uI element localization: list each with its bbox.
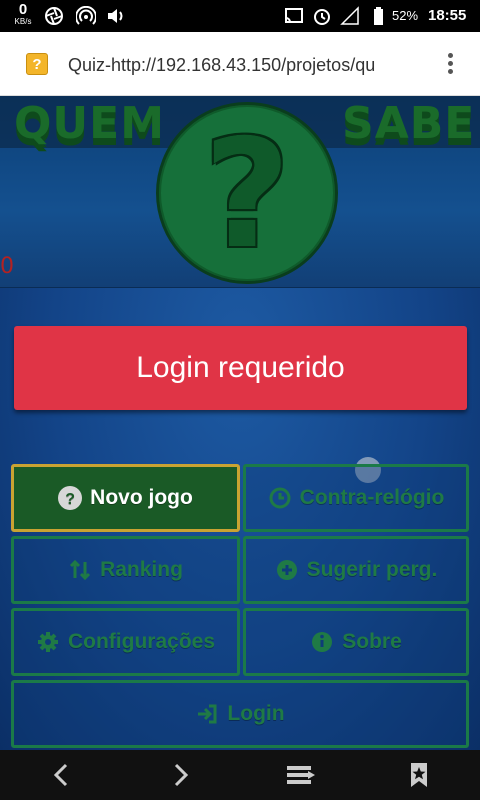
tabs-icon[interactable] <box>286 762 316 788</box>
score-counter: 0 <box>0 254 14 279</box>
network-speed-value: 0 <box>18 1 28 18</box>
logo-banner: QUEM SABE ? 0 <box>0 96 480 288</box>
logo-word-right: SABE <box>342 98 476 149</box>
site-favicon: ? <box>26 53 48 75</box>
signal-icon <box>340 6 359 25</box>
browser-bottom-nav <box>0 750 480 800</box>
info-icon <box>312 632 333 652</box>
ranking-button[interactable]: Ranking <box>11 536 240 604</box>
new-game-label: Novo jogo <box>90 486 193 509</box>
sort-arrows-icon <box>70 559 91 581</box>
ranking-label: Ranking <box>100 558 183 581</box>
about-label: Sobre <box>342 630 402 653</box>
network-speed: 0 KB/s <box>10 2 36 26</box>
browser-toolbar: ? Quiz-http://192.168.43.150/projetos/qu <box>0 32 480 96</box>
status-bar: 0 KB/s 52% 18:55 <box>0 0 480 32</box>
cast-icon <box>285 8 303 23</box>
about-button[interactable]: Sobre <box>243 608 469 676</box>
overflow-menu-icon[interactable] <box>440 50 460 78</box>
gear-icon <box>37 632 58 652</box>
hotspot-icon <box>76 6 96 25</box>
logo-word-left: QUEM <box>14 98 165 149</box>
login-label: Login <box>227 702 285 725</box>
clock-icon <box>269 487 291 509</box>
alarm-icon <box>314 9 330 25</box>
forward-icon[interactable] <box>166 762 196 788</box>
login-required-button[interactable]: Login requerido <box>14 326 467 410</box>
settings-button[interactable]: Configurações <box>11 608 240 676</box>
help-circle-icon: ? <box>58 486 83 510</box>
volume-icon <box>108 9 123 23</box>
sign-in-icon <box>198 704 217 724</box>
login-button[interactable]: Login <box>11 680 469 748</box>
plus-circle-icon <box>276 560 297 580</box>
question-mark-icon: ? <box>203 108 291 282</box>
time-trial-button[interactable]: Contra-relógio <box>243 464 469 532</box>
url-field[interactable]: Quiz-http://192.168.43.150/projetos/qu <box>68 53 408 77</box>
clock: 18:55 <box>428 7 467 24</box>
question-logo: ? <box>156 102 338 284</box>
back-icon[interactable] <box>46 762 76 788</box>
bookmark-star-icon[interactable] <box>404 762 434 788</box>
suggest-question-button[interactable]: Sugerir perg. <box>243 536 469 604</box>
settings-label: Configurações <box>67 630 216 653</box>
time-trial-label: Contra-relógio <box>299 486 445 509</box>
new-game-button[interactable]: ? Novo jogo <box>11 464 240 532</box>
page-content: QUEM SABE ? 0 Login requerido ? Novo jog… <box>0 96 480 750</box>
battery-percent: 52% <box>392 8 419 23</box>
network-speed-unit: KB/s <box>14 17 32 26</box>
aperture-icon <box>45 7 63 25</box>
battery-icon <box>374 7 383 25</box>
suggest-question-label: Sugerir perg. <box>306 558 438 581</box>
